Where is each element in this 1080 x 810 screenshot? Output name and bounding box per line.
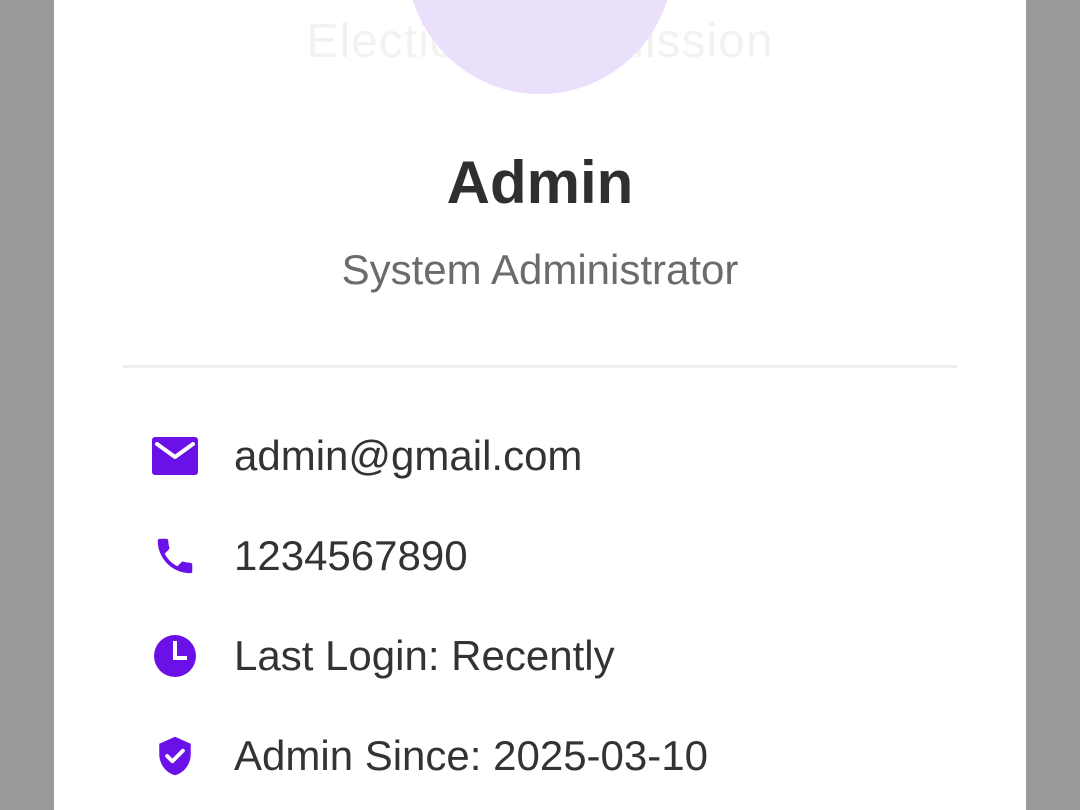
profile-name: Admin [446,149,634,216]
email-row: admin@gmail.com [152,426,952,486]
clock-icon [152,633,198,679]
phone-text: 1234567890 [234,532,468,579]
phone-icon [152,533,198,579]
phone-row: 1234567890 [152,526,952,586]
avatar [407,0,673,94]
mail-icon [152,433,198,479]
divider [123,365,957,368]
profile-role: System Administrator [341,246,739,293]
last-login-row: Last Login: Recently [152,626,952,686]
email-text: admin@gmail.com [234,432,583,479]
profile-card: Election Commission Admin System Adminis… [54,0,1026,810]
shield-check-icon [152,733,198,779]
last-login-text: Last Login: Recently [234,632,615,679]
admin-since-text: Admin Since: 2025-03-10 [234,732,708,779]
admin-since-row: Admin Since: 2025-03-10 [152,726,952,786]
